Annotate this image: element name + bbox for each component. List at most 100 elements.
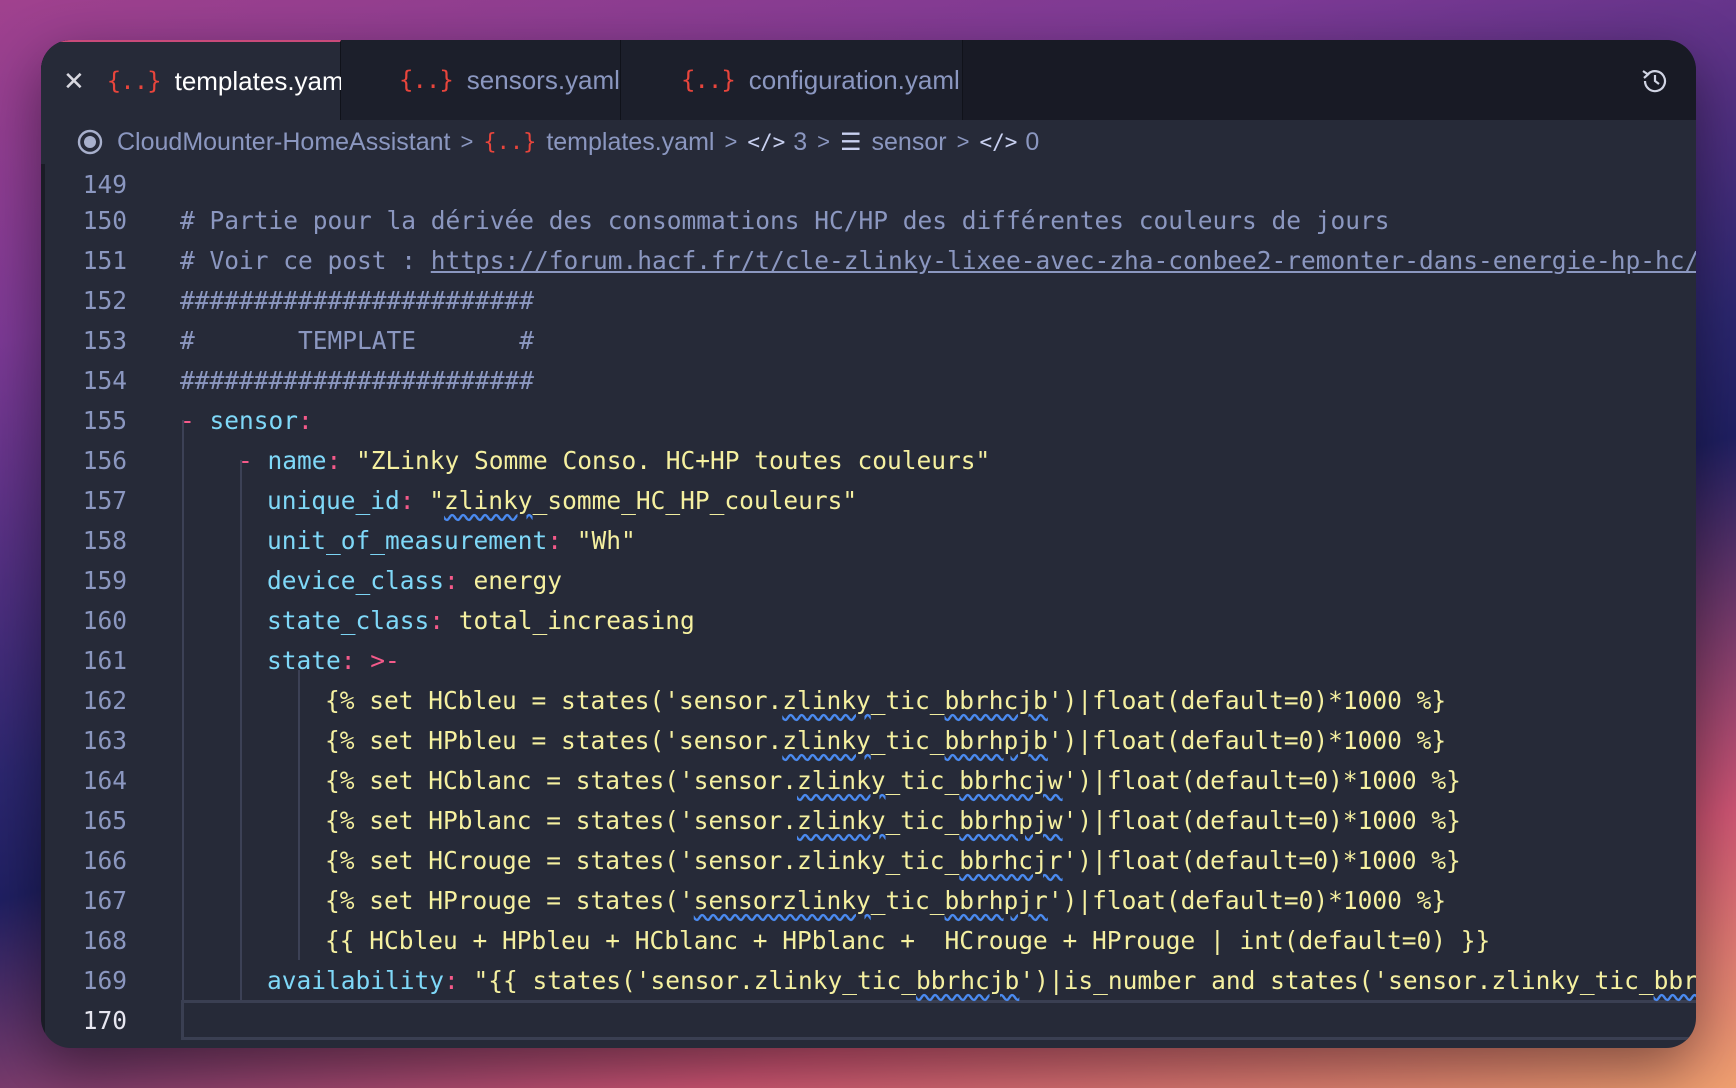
yaml-value: _somme_HC_HP_couleurs" bbox=[532, 485, 858, 515]
code-line: 156 - name: "ZLinky Somme Conso. HC+HP t… bbox=[41, 440, 1696, 480]
history-icon[interactable] bbox=[1640, 66, 1670, 96]
code-line: 161 state: >- bbox=[41, 640, 1696, 680]
line-number: 149 bbox=[82, 169, 127, 199]
colon: : bbox=[547, 525, 577, 555]
breadcrumb-item-0[interactable]: 0 bbox=[1025, 128, 1039, 157]
colon: : bbox=[429, 605, 459, 635]
line-number: 152 bbox=[82, 285, 127, 315]
line-number: 163 bbox=[82, 725, 127, 755]
template-text: _tic_ bbox=[885, 805, 960, 835]
breadcrumb: CloudMounter-HomeAssistant > {..} templa… bbox=[41, 120, 1696, 164]
code-text: {% set HPbleu = states('sensor.zlinky_ti… bbox=[325, 726, 1446, 755]
yaml-braces-icon: {..} bbox=[483, 129, 537, 155]
code-text: device_class: energy bbox=[267, 566, 562, 595]
colon: : bbox=[326, 445, 357, 475]
template-text: sensorzlinky bbox=[693, 885, 871, 915]
code-line: 159 device_class: energy bbox=[41, 560, 1696, 600]
template-text: ')|float(default=0)*1000 %} bbox=[1062, 845, 1461, 875]
code-text: # Partie pour la dérivée des consommatio… bbox=[180, 205, 1390, 235]
tab-label: templates.yaml bbox=[174, 65, 350, 96]
code-text: unique_id: "zlinky_somme_HC_HP_couleurs" bbox=[267, 486, 857, 515]
code-line: 168 {{ HCbleu + HPbleu + HCblanc + HPbla… bbox=[41, 920, 1696, 960]
comment-text: # Voir ce post : bbox=[180, 245, 431, 275]
code-line: 163 {% set HPbleu = states('sensor.zlink… bbox=[41, 720, 1696, 760]
block-indicator: >- bbox=[370, 645, 400, 675]
template-text: {% set HCblanc = states('sensor. bbox=[325, 765, 798, 795]
yaml-braces-icon: {..} bbox=[106, 67, 162, 95]
code-editor[interactable]: 149 150 # Partie pour la dérivée des con… bbox=[41, 164, 1696, 1048]
code-text: {{ HCbleu + HPbleu + HCblanc + HPblanc +… bbox=[325, 925, 1491, 955]
code-line: 151 # Voir ce post : https://forum.hacf.… bbox=[41, 240, 1696, 280]
yaml-value: bbrhp bbox=[1653, 965, 1696, 995]
yaml-value: zlinky bbox=[444, 485, 533, 515]
template-text: _tic_ bbox=[885, 765, 960, 795]
template-text: bbrhpjr bbox=[944, 885, 1048, 915]
tab-sensors-yaml[interactable]: {..} sensors.yaml bbox=[341, 40, 621, 120]
code-line: 160 state_class: total_increasing bbox=[41, 600, 1696, 640]
line-number: 159 bbox=[82, 565, 127, 595]
breadcrumb-file[interactable]: templates.yaml bbox=[546, 128, 714, 157]
line-number: 167 bbox=[82, 885, 127, 915]
yaml-key: sensor bbox=[209, 405, 299, 435]
code-text: {% set HCbleu = states('sensor.zlinky_ti… bbox=[325, 686, 1446, 715]
line-number: 169 bbox=[82, 965, 127, 995]
yaml-value: energy bbox=[473, 565, 563, 595]
editor-window: ✕ {..} templates.yaml {..} sensors.yaml … bbox=[41, 40, 1696, 1048]
yaml-key: name bbox=[267, 445, 327, 475]
template-text: ')|float(default=0)*1000 %} bbox=[1047, 725, 1447, 755]
template-text: zlinky bbox=[782, 685, 871, 715]
template-text: bbrhpjb bbox=[944, 725, 1048, 755]
line-number: 161 bbox=[82, 645, 127, 675]
code-line: 162 {% set HCbleu = states('sensor.zlink… bbox=[41, 680, 1696, 720]
code-line: 157 unique_id: "zlinky_somme_HC_HP_coule… bbox=[41, 480, 1696, 520]
code-line: 167 {% set HProuge = states('sensorzlink… bbox=[41, 880, 1696, 920]
tab-templates-yaml[interactable]: ✕ {..} templates.yaml bbox=[41, 40, 349, 120]
breadcrumb-item-3[interactable]: 3 bbox=[793, 128, 807, 157]
template-text: _tic_ bbox=[870, 725, 945, 755]
chevron-right-icon: > bbox=[817, 129, 831, 154]
line-number: 150 bbox=[82, 205, 127, 235]
line-number: 156 bbox=[82, 445, 127, 475]
tab-configuration-yaml[interactable]: {..} configuration.yaml bbox=[621, 40, 963, 120]
yaml-key: device_class bbox=[267, 565, 445, 595]
code-line: 166 {% set HCrouge = states('sensor.zlin… bbox=[41, 840, 1696, 880]
line-number: 153 bbox=[82, 325, 127, 355]
code-brackets-icon: </> bbox=[979, 130, 1018, 154]
code-line: 154 ######################## bbox=[41, 360, 1696, 400]
code-text: - sensor: bbox=[180, 406, 313, 435]
code-text: availability: "{{ states('sensor.zlinky_… bbox=[267, 966, 1696, 995]
code-line: 153 # TEMPLATE # bbox=[41, 320, 1696, 360]
breadcrumb-item-sensor[interactable]: sensor bbox=[872, 128, 947, 157]
code-text: # Voir ce post : https://forum.hacf.fr/t… bbox=[180, 246, 1696, 275]
yaml-value: "Wh" bbox=[576, 525, 636, 555]
template-text: {% set HProuge = states(' bbox=[325, 885, 694, 915]
template-text: {% set HPbleu = states('sensor. bbox=[325, 725, 783, 755]
colon: : bbox=[399, 485, 430, 515]
line-number: 154 bbox=[82, 365, 127, 395]
yaml-key: unique_id bbox=[267, 485, 400, 515]
yaml-key: state_class bbox=[267, 605, 430, 635]
line-number: 158 bbox=[82, 525, 127, 555]
yaml-braces-icon: {..} bbox=[399, 66, 454, 94]
colon: : bbox=[444, 565, 474, 595]
template-text: bbrhpjw bbox=[959, 805, 1063, 835]
code-text: unit_of_measurement: "Wh" bbox=[267, 526, 636, 555]
yaml-braces-icon: {..} bbox=[681, 66, 736, 94]
forum-link[interactable]: https://forum.hacf.fr/t/cle-zlinky-lixee… bbox=[431, 246, 1696, 275]
breadcrumb-root[interactable]: CloudMounter-HomeAssistant bbox=[117, 128, 450, 157]
list-dash: - bbox=[238, 445, 268, 475]
yaml-key: state bbox=[267, 645, 341, 675]
chevron-right-icon: > bbox=[956, 129, 970, 154]
line-number: 164 bbox=[82, 765, 127, 795]
code-text: # TEMPLATE # bbox=[180, 325, 535, 355]
template-text: {% set HPblanc = states('sensor. bbox=[325, 805, 798, 835]
line-number: 166 bbox=[82, 845, 127, 875]
close-icon[interactable]: ✕ bbox=[63, 66, 85, 97]
template-text: ')|float(default=0)*1000 %} bbox=[1047, 685, 1447, 715]
code-line: 150 # Partie pour la dérivée des consomm… bbox=[41, 200, 1696, 240]
template-text: ')|float(default=0)*1000 %} bbox=[1062, 765, 1461, 795]
line-number: 155 bbox=[82, 405, 127, 435]
yaml-value: "{{ states('sensor.zlinky_tic_ bbox=[473, 965, 917, 995]
repo-circle-icon bbox=[77, 129, 103, 155]
yaml-value: total_increasing bbox=[458, 605, 695, 635]
